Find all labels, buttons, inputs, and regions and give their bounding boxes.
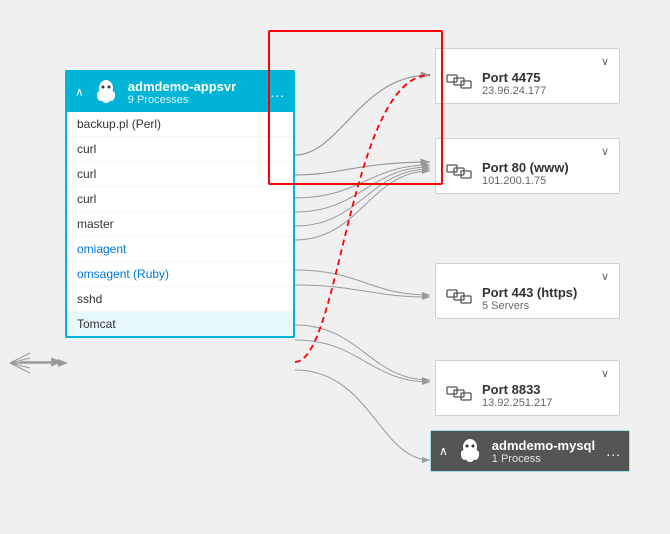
incoming-arrow-svg — [5, 348, 70, 378]
mysql-more-icon[interactable]: ... — [606, 443, 621, 459]
mysql-processes: 1 Process — [492, 453, 595, 465]
port-443-title: Port 443 (https) — [482, 285, 577, 300]
network-icon-4475 — [446, 72, 474, 96]
process-item-omsagent[interactable]: omsagent (Ruby) — [67, 262, 293, 287]
port-8833-title: Port 8833 — [482, 382, 552, 397]
process-item-omiagent[interactable]: omiagent — [67, 237, 293, 262]
port-443-subtitle: 5 Servers — [482, 300, 577, 312]
network-icon-443 — [446, 287, 474, 311]
port-4475-card: ∨ Port 4475 23.96.24.177 — [435, 48, 620, 104]
mysql-expand-icon[interactable]: ∧ — [439, 444, 448, 458]
process-item[interactable]: backup.pl (Perl) — [67, 112, 293, 137]
port-80-text: Port 80 (www) 101.200.1.75 — [482, 160, 569, 187]
port-4475-collapse[interactable]: ∨ — [601, 55, 609, 68]
port-443-header: ∨ — [446, 270, 609, 283]
server-processes: 9 Processes — [128, 94, 236, 106]
port-4475-title: Port 4475 — [482, 70, 546, 85]
port-443-text: Port 443 (https) 5 Servers — [482, 285, 577, 312]
canvas: ∧ admdemo-appsvr 9 Processes ... backup.… — [0, 0, 670, 534]
server-title-group: admdemo-appsvr 9 Processes — [128, 79, 236, 106]
mysql-title-group: admdemo-mysql 1 Process — [492, 438, 595, 465]
port-8833-subtitle: 13.92.251.217 — [482, 397, 552, 409]
process-item[interactable]: curl — [67, 162, 293, 187]
mysql-name: admdemo-mysql — [492, 438, 595, 453]
process-item[interactable]: curl — [67, 187, 293, 212]
main-server-card: ∧ admdemo-appsvr 9 Processes ... backup.… — [65, 70, 295, 338]
port-80-header: ∨ — [446, 145, 609, 158]
port-80-card: ∨ Port 80 (www) 101.200.1.75 — [435, 138, 620, 194]
linux-icon — [92, 78, 120, 106]
port-443-info: Port 443 (https) 5 Servers — [446, 285, 609, 312]
expand-icon[interactable]: ∧ — [75, 85, 84, 99]
port-4475-info: Port 4475 23.96.24.177 — [446, 70, 609, 97]
port-443-card: ∨ Port 443 (https) 5 Servers — [435, 263, 620, 319]
server-card-header: ∧ admdemo-appsvr 9 Processes ... — [67, 72, 293, 112]
server-name: admdemo-appsvr — [128, 79, 236, 94]
more-options-icon[interactable]: ... — [270, 84, 285, 100]
process-list: backup.pl (Perl) curl curl curl master o… — [67, 112, 293, 336]
network-icon-80 — [446, 162, 474, 186]
mysql-linux-icon — [456, 437, 484, 465]
port-80-info: Port 80 (www) 101.200.1.75 — [446, 160, 609, 187]
port-8833-collapse[interactable]: ∨ — [601, 367, 609, 380]
port-8833-text: Port 8833 13.92.251.217 — [482, 382, 552, 409]
port-8833-info: Port 8833 13.92.251.217 — [446, 382, 609, 409]
process-item-sshd[interactable]: sshd — [67, 287, 293, 312]
port-80-title: Port 80 (www) — [482, 160, 569, 175]
port-4475-text: Port 4475 23.96.24.177 — [482, 70, 546, 97]
port-4475-subtitle: 23.96.24.177 — [482, 85, 546, 97]
port-8833-card: ∨ Port 8833 13.92.251.217 — [435, 360, 620, 416]
port-8833-header: ∨ — [446, 367, 609, 380]
mysql-server-card: ∧ admdemo-mysql 1 Process ... — [430, 430, 630, 472]
process-item[interactable]: curl — [67, 137, 293, 162]
port-80-subtitle: 101.200.1.75 — [482, 175, 569, 187]
port-443-collapse[interactable]: ∨ — [601, 270, 609, 283]
network-icon-8833 — [446, 384, 474, 408]
process-item[interactable]: master — [67, 212, 293, 237]
process-item-tomcat[interactable]: Tomcat — [67, 312, 293, 336]
port-4475-header: ∨ — [446, 55, 609, 68]
mysql-header: ∧ admdemo-mysql 1 Process ... — [431, 431, 629, 471]
port-80-collapse[interactable]: ∨ — [601, 145, 609, 158]
